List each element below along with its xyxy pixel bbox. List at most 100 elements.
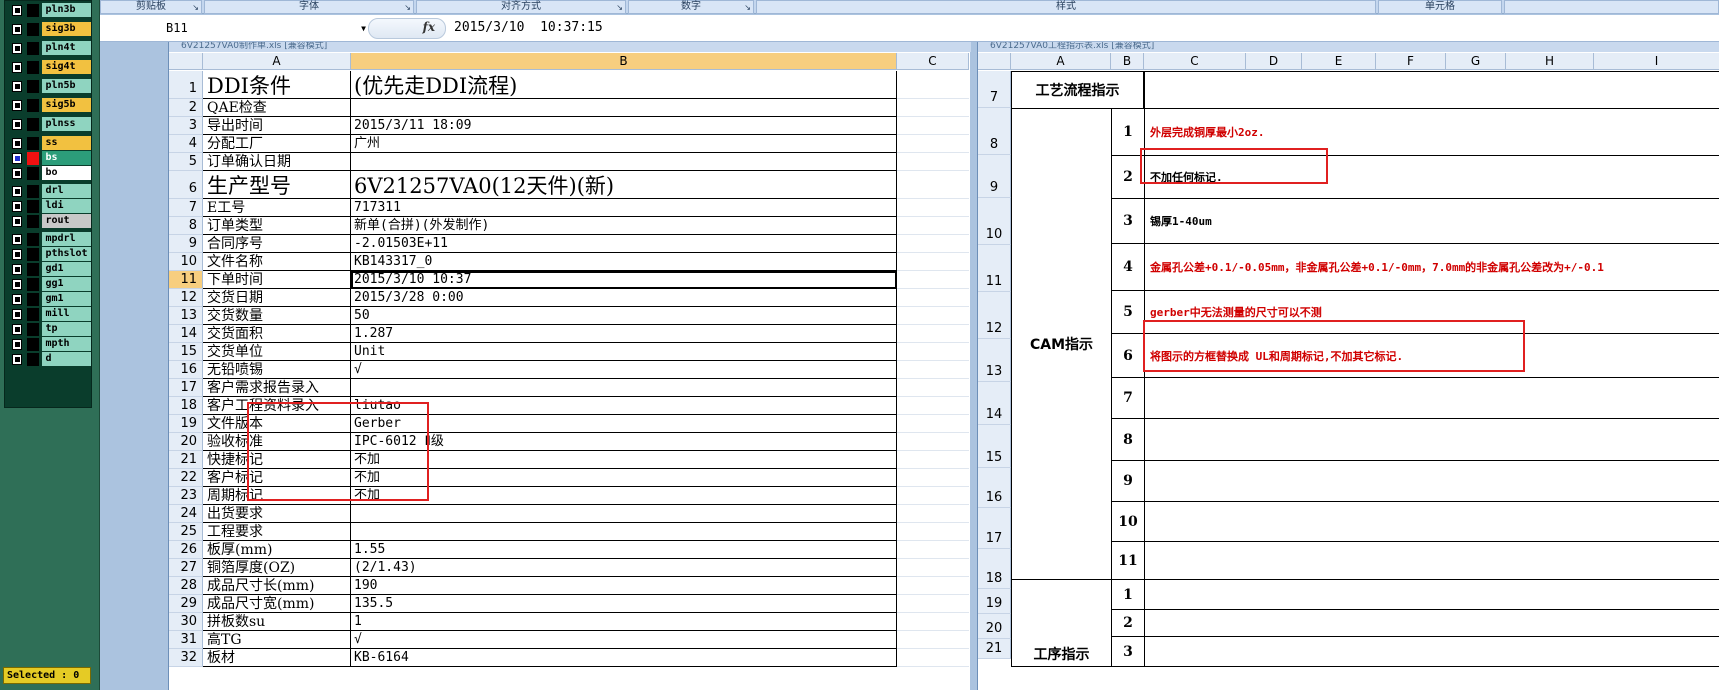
cell-value[interactable] [351, 99, 897, 117]
layer-row[interactable]: rout [7, 213, 91, 229]
cell-empty[interactable] [897, 613, 969, 631]
row-header[interactable]: 8 [978, 108, 1011, 155]
cell-value[interactable]: KB-6164 [351, 649, 897, 667]
instruction-cell[interactable] [1144, 609, 1719, 637]
cell-value[interactable]: (优先走DDI流程) [351, 71, 897, 99]
layer-color-swatch[interactable] [27, 337, 40, 351]
layer-name[interactable]: drl [42, 184, 91, 198]
row-header[interactable]: 17 [978, 508, 1011, 549]
cell-label[interactable]: 下单时间 [203, 271, 351, 289]
cell-label[interactable]: 交货面积 [203, 325, 351, 343]
row-header[interactable]: 30 [169, 613, 203, 631]
layer-checkbox[interactable] [12, 23, 23, 35]
row-header[interactable]: 18 [978, 549, 1011, 589]
layer-row[interactable]: mill [7, 306, 91, 322]
item-number[interactable]: 7 [1111, 377, 1145, 419]
instruction-cell[interactable] [1144, 377, 1719, 419]
select-all-corner[interactable] [169, 53, 203, 70]
layer-checkbox[interactable] [12, 263, 23, 275]
layer-row[interactable]: bs [7, 150, 91, 166]
cell-empty[interactable] [897, 99, 969, 117]
cell-empty[interactable] [897, 117, 969, 135]
cell-label[interactable]: 客户需求报告录入 [203, 379, 351, 397]
cell-value[interactable]: liutao [351, 397, 897, 415]
instruction-cell[interactable]: 金属孔公差+0.1/-0.05mm，非金属孔公差+0.1/-0mm，7.0mm的… [1144, 243, 1719, 291]
cell-value[interactable] [351, 523, 897, 541]
row-header[interactable]: 27 [169, 559, 203, 577]
layer-name[interactable]: gg1 [42, 277, 91, 291]
cell-value[interactable]: 6V21257VA0(12天件)(新) [351, 171, 897, 199]
layer-name[interactable]: pln4t [42, 41, 91, 55]
row-header[interactable]: 20 [169, 433, 203, 451]
layer-color-swatch[interactable] [27, 199, 40, 213]
cell-empty[interactable] [897, 361, 969, 379]
row-header[interactable]: 12 [978, 292, 1011, 339]
row-header[interactable]: 26 [169, 541, 203, 559]
cell-empty[interactable] [897, 577, 969, 595]
cell-value[interactable]: 1.55 [351, 541, 897, 559]
row-header[interactable]: 21 [978, 639, 1011, 659]
cell-empty[interactable] [897, 71, 969, 99]
cell-empty[interactable] [1144, 71, 1719, 109]
cell-value[interactable]: 广州 [351, 135, 897, 153]
layer-checkbox[interactable] [12, 118, 23, 130]
column-header[interactable]: A [203, 53, 351, 70]
layer-name[interactable]: rout [42, 214, 91, 228]
layer-name[interactable]: bs [42, 151, 91, 165]
row-header[interactable]: 10 [169, 253, 203, 271]
cell-value[interactable] [351, 379, 897, 397]
layer-row[interactable]: tp [7, 321, 91, 337]
layer-checkbox[interactable] [12, 167, 23, 179]
layer-checkbox[interactable] [12, 4, 23, 16]
row-header[interactable]: 24 [169, 505, 203, 523]
cell-label[interactable]: 导出时间 [203, 117, 351, 135]
name-box[interactable]: B11 ▼ [160, 20, 366, 37]
column-header[interactable]: G [1446, 53, 1506, 70]
cell-empty[interactable] [897, 235, 969, 253]
column-header[interactable]: E [1302, 53, 1376, 70]
cell-value[interactable]: 新单(合拼)(外发制作) [351, 217, 897, 235]
formula-input[interactable]: 2015/3/10 10:37:15 [454, 20, 603, 35]
layer-color-swatch[interactable] [27, 22, 40, 36]
layer-name[interactable]: d [42, 352, 91, 366]
cell-empty[interactable] [897, 199, 969, 217]
layer-color-swatch[interactable] [27, 117, 40, 131]
cell-label[interactable]: 高TG [203, 631, 351, 649]
cell-empty[interactable] [897, 451, 969, 469]
layer-row[interactable]: plnss [7, 116, 91, 132]
cell-empty[interactable] [897, 487, 969, 505]
cell-empty[interactable] [897, 595, 969, 613]
cell-value[interactable]: 2015/3/11 18:09 [351, 117, 897, 135]
cell-label[interactable]: 无铅喷锡 [203, 361, 351, 379]
row-header[interactable]: 23 [169, 487, 203, 505]
layer-name[interactable]: ss [42, 136, 91, 150]
cell-label[interactable]: DDI条件 [203, 71, 351, 99]
layer-color-swatch[interactable] [27, 166, 40, 180]
layer-color-swatch[interactable] [27, 41, 40, 55]
insert-function-button[interactable]: fx [368, 18, 446, 39]
dialog-launcher-icon[interactable]: ↘ [404, 2, 411, 14]
layer-row[interactable]: ldi [7, 198, 91, 214]
cell-value[interactable]: 不加 [351, 487, 897, 505]
column-header[interactable]: C [1144, 53, 1246, 70]
cell-label[interactable]: E工号 [203, 199, 351, 217]
item-number[interactable]: 3 [1111, 636, 1145, 667]
cell-label[interactable]: 板厚(mm) [203, 541, 351, 559]
row-header[interactable]: 18 [169, 397, 203, 415]
cell-label[interactable]: 分配工厂 [203, 135, 351, 153]
cell-empty[interactable] [897, 153, 969, 171]
row-header[interactable]: 7 [978, 71, 1011, 108]
layer-checkbox[interactable] [12, 80, 23, 92]
cell-label[interactable]: 成品尺寸宽(mm) [203, 595, 351, 613]
cell-empty[interactable] [897, 343, 969, 361]
layer-checkbox[interactable] [12, 137, 23, 149]
ribbon-group-styles[interactable]: 样式 [756, 0, 1376, 14]
layer-color-swatch[interactable] [27, 3, 40, 17]
row-header[interactable]: 8 [169, 217, 203, 235]
cell-value[interactable]: √ [351, 631, 897, 649]
row-header[interactable]: 17 [169, 379, 203, 397]
column-header[interactable]: D [1246, 53, 1302, 70]
row-header[interactable]: 11 [978, 245, 1011, 292]
dialog-launcher-icon[interactable]: ↘ [744, 2, 751, 14]
layer-name[interactable]: sig3b [42, 22, 91, 36]
